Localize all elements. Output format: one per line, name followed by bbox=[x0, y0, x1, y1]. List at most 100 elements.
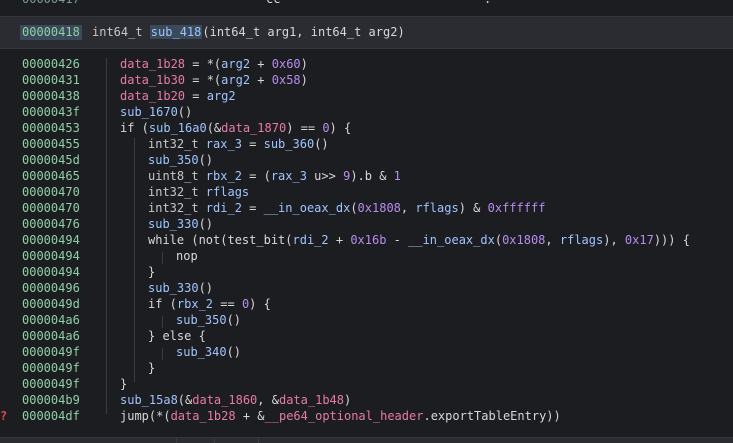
data-symbol[interactable]: __pe64_optional_header bbox=[265, 409, 424, 423]
line-address[interactable]: 00000431 bbox=[22, 72, 80, 88]
code-line[interactable]: 0000049d if (rbx_2 == 0) { bbox=[0, 296, 733, 312]
line-address[interactable]: 0000045d bbox=[22, 152, 80, 168]
variable[interactable]: rflags bbox=[560, 233, 603, 247]
line-address[interactable]: 00000426 bbox=[22, 56, 80, 72]
line-address[interactable]: 00000496 bbox=[22, 280, 80, 296]
type-name[interactable]: int32_t bbox=[148, 201, 206, 215]
line-address[interactable]: 000004b9 bbox=[22, 392, 80, 408]
function-call[interactable]: sub_330 bbox=[148, 281, 199, 295]
data-symbol[interactable]: data_1b28 bbox=[120, 57, 185, 71]
line-address[interactable]: 00000476 bbox=[22, 216, 80, 232]
line-address[interactable]: 00000494 bbox=[22, 232, 80, 248]
warning-icon[interactable]: ? bbox=[0, 408, 7, 424]
function-name[interactable]: sub_418 bbox=[149, 25, 203, 39]
line-address[interactable]: 0000049d bbox=[22, 296, 80, 312]
code-line[interactable]: 00000453 if (sub_16a0(&data_1870) == 0) { bbox=[0, 120, 733, 136]
line-code: } else { bbox=[148, 328, 206, 344]
line-address[interactable]: 0000043f bbox=[22, 104, 80, 120]
type-name[interactable]: uint8_t bbox=[148, 169, 206, 183]
line-address[interactable]: 00000470 bbox=[22, 200, 80, 216]
variable[interactable]: arg2 bbox=[221, 73, 250, 87]
line-address[interactable]: 0000049f bbox=[22, 344, 80, 360]
code-text: () bbox=[177, 105, 193, 119]
code-line[interactable]: ? 000004df jump(*(data_1b28 + &__pe64_opti… bbox=[0, 408, 733, 424]
line-address[interactable]: 0000049f bbox=[22, 360, 80, 376]
line-address[interactable]: 00000453 bbox=[22, 120, 80, 136]
code-line[interactable]: 00000465 uint8_t rbx_2 = (rax_3 u>> 9).b … bbox=[0, 168, 733, 184]
line-address[interactable]: 00000465 bbox=[22, 168, 80, 184]
code-line[interactable]: 00000476 sub_330() bbox=[0, 216, 733, 232]
variable[interactable]: rax_3 bbox=[271, 169, 307, 183]
code-line[interactable]: 00000494} bbox=[0, 264, 733, 280]
type-name[interactable]: int32_t bbox=[148, 185, 206, 199]
code-line[interactable]: 000004a6 } else { bbox=[0, 328, 733, 344]
function-params: (int64_t arg1, int64_t arg2) bbox=[202, 25, 405, 39]
code-line[interactable]: 00000470 int32_t rflags bbox=[0, 184, 733, 200]
data-symbol[interactable]: data_1b20 bbox=[120, 89, 185, 103]
code-line[interactable]: 00000470 int32_t rdi_2 = __in_oeax_dx(0x1… bbox=[0, 200, 733, 216]
data-symbol[interactable]: data_1b28 bbox=[171, 409, 236, 423]
code-line[interactable]: 0000045d sub_350() bbox=[0, 152, 733, 168]
line-address[interactable]: 000004df bbox=[22, 408, 80, 424]
variable[interactable]: arg2 bbox=[207, 89, 236, 103]
line-address[interactable]: 00000494 bbox=[22, 264, 80, 280]
address-label[interactable]: 00000417 bbox=[22, 0, 80, 6]
code-line[interactable]: 00000431 data_1b30 = *(arg2 + 0x58) bbox=[0, 72, 733, 88]
line-address[interactable]: 0000049f bbox=[22, 376, 80, 392]
variable[interactable]: rdi_2 bbox=[206, 201, 242, 215]
decompiled-code-view[interactable]: 00000426 data_1b28 = *(arg2 + 0x60) 000004… bbox=[0, 56, 733, 424]
function-call[interactable]: sub_1670 bbox=[120, 105, 178, 119]
function-address[interactable]: 00000418 bbox=[20, 25, 82, 40]
code-line[interactable]: 00000494 nop bbox=[0, 248, 733, 264]
function-call[interactable]: sub_16a0 bbox=[149, 121, 207, 135]
data-symbol[interactable]: data_1b48 bbox=[279, 393, 344, 407]
line-code: if (sub_16a0(&data_1870) == 0) { bbox=[120, 120, 351, 136]
instruction-bytes: cc bbox=[266, 0, 280, 6]
variable[interactable]: rax_3 bbox=[206, 137, 242, 151]
line-address[interactable]: 00000494 bbox=[22, 248, 80, 264]
line-address[interactable]: 000004a6 bbox=[22, 328, 80, 344]
code-text: } bbox=[148, 265, 156, 279]
code-line[interactable]: 000004a6 sub_350() bbox=[0, 312, 733, 328]
code-line[interactable]: 00000455 int32_t rax_3 = sub_360() bbox=[0, 136, 733, 152]
data-symbol[interactable]: data_1860 bbox=[192, 393, 257, 407]
code-line[interactable]: 00000496 sub_330() bbox=[0, 280, 733, 296]
variable[interactable]: rbx_2 bbox=[177, 297, 213, 311]
line-code: int32_t rax_3 = sub_360() bbox=[148, 136, 329, 152]
data-symbol[interactable]: data_1870 bbox=[221, 121, 286, 135]
function-call[interactable]: sub_360 bbox=[264, 137, 315, 151]
variable[interactable]: arg2 bbox=[221, 57, 250, 71]
code-text: ) { bbox=[249, 297, 271, 311]
code-line[interactable]: 000004b9 sub_15a8(&data_1860, &data_1b48) bbox=[0, 392, 733, 408]
line-address[interactable]: 00000470 bbox=[22, 184, 80, 200]
function-call[interactable]: sub_340 bbox=[176, 345, 227, 359]
line-address[interactable]: 00000455 bbox=[22, 136, 80, 152]
code-line[interactable]: 00000426 data_1b28 = *(arg2 + 0x60) bbox=[0, 56, 733, 72]
variable[interactable]: rbx_2 bbox=[206, 169, 242, 183]
code-line[interactable]: 00000494 while (not(test_bit(rdi_2 + 0x16… bbox=[0, 232, 733, 248]
function-signature[interactable]: int64_t sub_418(int64_t arg1, int64_t ar… bbox=[92, 25, 405, 40]
code-line[interactable]: 0000049f} bbox=[0, 376, 733, 392]
variable[interactable]: rdi_2 bbox=[293, 233, 329, 247]
code-line[interactable]: 00000438 data_1b20 = arg2 bbox=[0, 88, 733, 104]
function-header[interactable]: 00000418 int64_t sub_418(int64_t arg1, i… bbox=[0, 16, 733, 49]
function-call[interactable]: __in_oeax_dx bbox=[408, 233, 495, 247]
function-call[interactable]: sub_350 bbox=[148, 153, 199, 167]
number-literal: 0x1808 bbox=[357, 201, 401, 215]
data-symbol[interactable]: data_1b30 bbox=[120, 73, 185, 87]
function-call[interactable]: sub_15a8 bbox=[120, 393, 178, 407]
line-code: nop bbox=[176, 248, 198, 264]
code-line[interactable]: 0000049f} bbox=[0, 360, 733, 376]
line-address[interactable]: 000004a6 bbox=[22, 312, 80, 328]
variable[interactable]: rflags bbox=[415, 201, 458, 215]
code-text: ), bbox=[603, 233, 625, 247]
code-line[interactable]: 0000049f sub_340() bbox=[0, 344, 733, 360]
function-call[interactable]: sub_350 bbox=[176, 313, 227, 327]
line-code: data_1b20 = arg2 bbox=[120, 88, 236, 104]
type-name[interactable]: int32_t bbox=[148, 137, 206, 151]
variable[interactable]: rflags bbox=[206, 185, 249, 199]
function-call[interactable]: sub_330 bbox=[148, 217, 199, 231]
line-address[interactable]: 00000438 bbox=[22, 88, 80, 104]
function-call[interactable]: __in_oeax_dx bbox=[264, 201, 351, 215]
code-line[interactable]: 0000043f sub_1670() bbox=[0, 104, 733, 120]
